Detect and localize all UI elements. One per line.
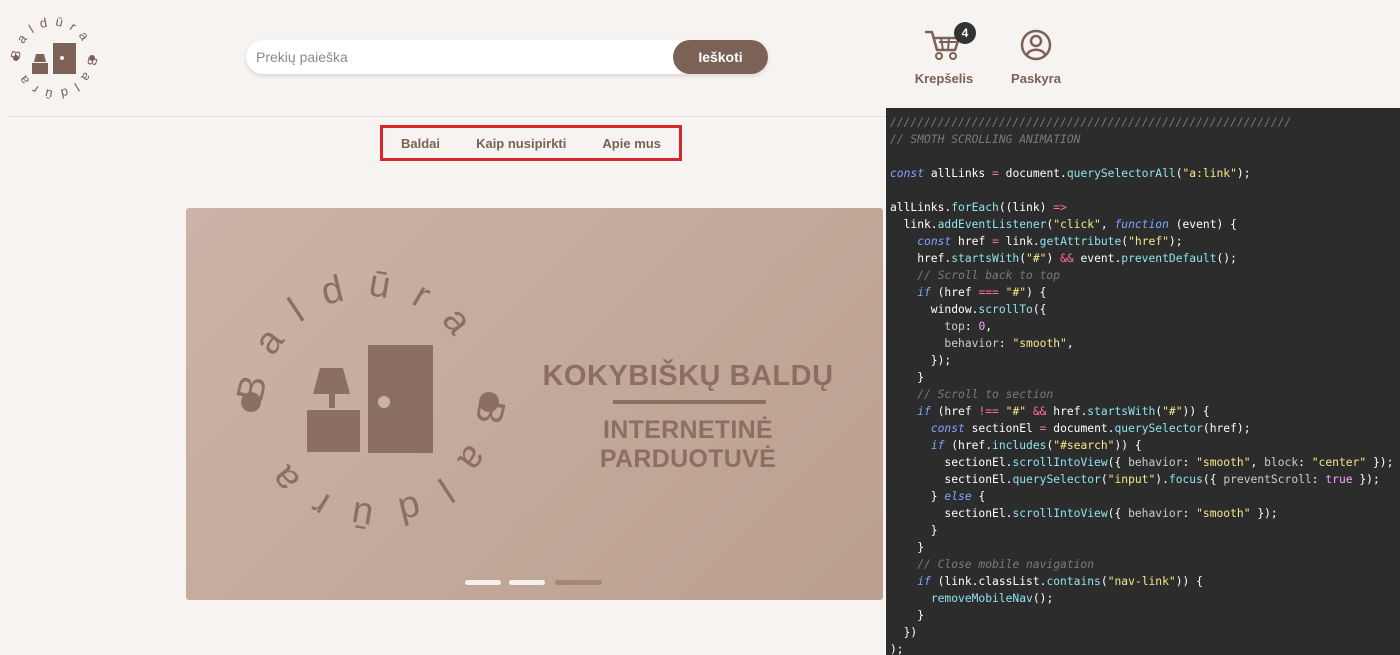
hero-divider [613,400,766,404]
code-line: top: 0, [944,320,993,333]
code-line: const sectionEl = document.querySelector… [930,422,1251,435]
code-line: if (link.classList.contains("nav-link"))… [917,575,1203,588]
carousel-dot-3[interactable] [555,580,602,585]
code-line: } [890,524,938,537]
code-line: sectionEl.scrollIntoView({ behavior: "sm… [890,507,1278,520]
code-line: }) [890,626,918,639]
carousel-indicators [465,580,602,585]
nav-link-apie-mus[interactable]: Apie mus [602,136,661,151]
user-icon [1020,29,1052,61]
main-nav: Baldai Kaip nusipirkti Apie mus [380,125,682,161]
hero-subheadline: INTERNETINĖ PARDUOTUVĖ [599,416,777,473]
code-line: window.scrollTo({ [890,303,1047,316]
code-line: // Scroll back to top [890,269,1061,282]
code-line: href.startsWith("#") && event.preventDef… [890,252,1237,265]
code-line: // SMOTH SCROLLING ANIMATION [890,133,1081,146]
code-line: behavior: "smooth", [944,337,1074,350]
code-line: ); [890,643,904,655]
logo[interactable]: Baldūra Baldūra [6,10,102,106]
code-line: // Close mobile navigation [890,558,1095,571]
code-line: const href = link.getAttribute("href"); [917,235,1183,248]
code-line: ////////////////////////////////////////… [890,116,1292,129]
code-line: } [890,541,925,554]
code-line: if (href === "#") { [917,286,1047,299]
code-line: link.addEventListener("click", function … [890,218,1237,231]
cart-label: Krepšelis [914,71,974,86]
code-line: } [890,371,925,384]
code-line: if (href !== "#" && href.startsWith("#")… [917,405,1210,418]
search-input[interactable] [246,40,676,74]
code-line: } [890,609,925,622]
hero-logo: Baldūra Baldūra [229,262,499,538]
code-line: const allLinks = document.querySelectorA… [890,167,1251,180]
cart-count-badge: 4 [954,22,976,44]
nav-link-baldai[interactable]: Baldai [401,136,440,151]
code-line: }); [890,354,952,367]
code-line: sectionEl.scrollIntoView({ behavior: "sm… [890,456,1394,469]
account-label: Paskyra [1011,71,1061,86]
code-line: // Scroll to section [890,388,1054,401]
code-line: if (href.includes("#search")) { [930,439,1142,452]
code-line: removeMobileNav(); [930,592,1054,605]
code-line: } else { [890,490,986,503]
nav-link-kaip-nusipirkti[interactable]: Kaip nusipirkti [476,136,566,151]
hero-headline: KOKYBIŠKŲ BALDŲ [542,360,834,392]
search-bar: Ieškoti [246,40,768,74]
furniture-lamp-door-icon [32,43,76,74]
svg-text:Baldūra: Baldūra [229,262,493,405]
header-divider [8,116,886,117]
hero-carousel[interactable]: Baldūra Baldūra KOKYBIŠKŲ BALDŲ INTERNET… [186,208,883,600]
carousel-dot-2[interactable] [509,580,545,585]
svg-text:Baldūra: Baldūra [7,13,96,60]
account-link[interactable]: Paskyra [1004,28,1068,86]
cart-link[interactable]: 4 Krepšelis [908,22,980,86]
carousel-dot-1[interactable] [465,580,501,585]
search-button[interactable]: Ieškoti [673,40,768,74]
code-line: sectionEl.querySelector("input").focus({… [890,473,1380,486]
code-editor-panel: ////////////////////////////////////////… [886,108,1400,655]
code-line: allLinks.forEach((link) => [890,201,1067,214]
